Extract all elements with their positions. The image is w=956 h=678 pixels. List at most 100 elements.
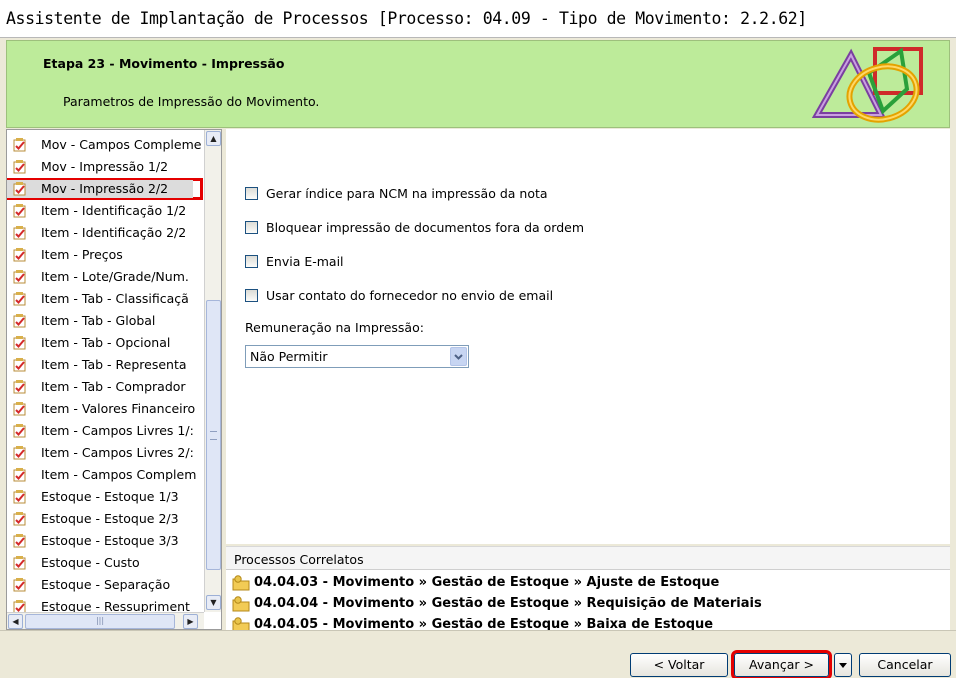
scroll-up-icon[interactable]: ▲ <box>206 131 221 146</box>
steps-list[interactable]: Mov - Campos Compleme Mov - Impressão 1/2… <box>6 129 222 630</box>
step-item-label: Estoque - Estoque 2/3 <box>41 511 179 526</box>
step-item[interactable]: Item - Identificação 2/2 <box>7 222 203 244</box>
step-item[interactable]: Estoque - Estoque 3/3 <box>7 530 203 552</box>
clipboard-check-icon <box>13 512 27 526</box>
step-item-label: Mov - Impressão 2/2 <box>41 181 169 196</box>
step-item-label: Estoque - Separação <box>41 577 171 592</box>
clipboard-check-icon <box>13 424 27 438</box>
ncm-index-label: Gerar índice para NCM na impressão da no… <box>266 186 548 201</box>
wizard-logo-icon <box>811 41 941 130</box>
step-item[interactable]: Item - Valores Financeiro <box>7 398 203 420</box>
step-item-label: Item - Campos Complem <box>41 467 197 482</box>
step-item-label: Item - Tab - Representa <box>41 357 187 372</box>
step-item[interactable]: Mov - Impressão 1/2 <box>7 156 203 178</box>
step-item[interactable]: Item - Identificação 1/2 <box>7 200 203 222</box>
scroll-down-icon[interactable]: ▼ <box>206 595 221 610</box>
clipboard-check-icon <box>13 358 27 372</box>
step-item-label: Estoque - Custo <box>41 555 140 570</box>
step-banner: Etapa 23 - Movimento - Impressão Paramet… <box>6 40 950 128</box>
related-process-label: 04.04.04 - Movimento » Gestão de Estoque… <box>254 596 762 611</box>
clipboard-check-icon <box>13 204 27 218</box>
clipboard-check-icon <box>13 160 27 174</box>
step-item[interactable]: Estoque - Custo <box>7 552 203 574</box>
step-item[interactable]: Mov - Campos Compleme <box>7 134 203 156</box>
vertical-scrollbar[interactable]: ▲ ▼ <box>204 130 221 612</box>
step-title: Etapa 23 - Movimento - Impressão <box>43 56 285 71</box>
next-button[interactable]: Avançar > <box>731 650 832 678</box>
checkbox-box[interactable] <box>245 289 258 302</box>
clipboard-check-icon <box>13 182 27 196</box>
clipboard-check-icon <box>13 534 27 548</box>
related-header: Processos Correlatos <box>226 547 950 570</box>
remuneration-select[interactable]: Não Permitir <box>245 345 469 368</box>
scroll-left-icon[interactable]: ◀ <box>8 614 23 629</box>
step-item[interactable]: Item - Lote/Grade/Num. <box>7 266 203 288</box>
step-item-label: Item - Tab - Global <box>41 313 156 328</box>
clipboard-check-icon <box>13 292 27 306</box>
horizontal-scrollbar[interactable]: ◀ ||| ▶ <box>7 612 204 629</box>
step-item-label: Item - Valores Financeiro <box>41 401 196 416</box>
clipboard-check-icon <box>13 446 27 460</box>
remuneration-label: Remuneração na Impressão: <box>245 320 424 335</box>
clipboard-check-icon <box>13 380 27 394</box>
chevron-down-icon[interactable] <box>450 347 467 366</box>
clipboard-check-icon <box>13 226 27 240</box>
clipboard-check-icon <box>13 578 27 592</box>
related-process-label: 04.04.05 - Movimento » Gestão de Estoque… <box>254 617 714 631</box>
step-item-label: Item - Campos Livres 1/: <box>41 423 194 438</box>
clipboard-check-icon <box>13 556 27 570</box>
process-folder-icon <box>232 617 250 631</box>
step-item[interactable]: Estoque - Estoque 2/3 <box>7 508 203 530</box>
send-email-label: Envia E-mail <box>266 254 344 269</box>
options-panel: Gerar índice para NCM na impressão da no… <box>226 129 950 544</box>
remuneration-value: Não Permitir <box>250 349 328 364</box>
window-titlebar: Assistente de Implantação de Processos [… <box>0 0 956 38</box>
window-title: Assistente de Implantação de Processos [… <box>6 9 807 28</box>
scroll-right-icon[interactable]: ▶ <box>183 614 198 629</box>
step-item-label: Item - Lote/Grade/Num. <box>41 269 189 284</box>
step-item-label: Estoque - Estoque 3/3 <box>41 533 179 548</box>
step-item-label: Item - Tab - Comprador <box>41 379 186 394</box>
step-item-label: Item - Tab - Opcional <box>41 335 171 350</box>
step-item[interactable]: Item - Campos Livres 2/: <box>7 442 203 464</box>
checkbox-box[interactable] <box>245 187 258 200</box>
step-item-label: Item - Identificação 2/2 <box>41 225 187 240</box>
clipboard-check-icon <box>13 336 27 350</box>
step-item[interactable]: Item - Tab - Opcional <box>7 332 203 354</box>
step-item[interactable]: Item - Tab - Classificaçã <box>7 288 203 310</box>
step-item-label: Item - Identificação 1/2 <box>41 203 187 218</box>
clipboard-check-icon <box>13 314 27 328</box>
button-bar: < Voltar Avançar > Cancelar <box>0 630 956 678</box>
step-item[interactable]: Estoque - Estoque 1/3 <box>7 486 203 508</box>
step-item[interactable]: Item - Campos Livres 1/: <box>7 420 203 442</box>
step-item[interactable]: Mov - Impressão 2/2 <box>7 178 203 200</box>
step-item[interactable]: Item - Tab - Comprador <box>7 376 203 398</box>
step-item-label: Item - Preços <box>41 247 123 262</box>
process-folder-icon <box>232 575 250 594</box>
step-item[interactable]: Item - Tab - Representa <box>7 354 203 376</box>
step-subtitle: Parametros de Impressão do Movimento. <box>63 94 320 109</box>
back-button[interactable]: < Voltar <box>630 653 728 677</box>
next-dropdown-icon[interactable] <box>834 653 852 677</box>
related-header-label: Processos Correlatos <box>234 552 364 567</box>
scroll-thumb[interactable] <box>206 300 221 570</box>
clipboard-check-icon <box>13 490 27 504</box>
step-item-label: Mov - Campos Compleme <box>41 137 202 152</box>
step-item[interactable]: Item - Preços <box>7 244 203 266</box>
step-item[interactable]: Item - Campos Complem <box>7 464 203 486</box>
step-item-label: Item - Campos Livres 2/: <box>41 445 194 460</box>
block-print-label: Bloquear impressão de documentos fora da… <box>266 220 585 235</box>
clipboard-check-icon <box>13 468 27 482</box>
related-processes: Processos Correlatos 04.04.03 - Moviment… <box>226 546 950 631</box>
clipboard-check-icon <box>13 248 27 262</box>
checkbox-box[interactable] <box>245 255 258 268</box>
cancel-button[interactable]: Cancelar <box>859 653 951 677</box>
hscroll-thumb[interactable]: ||| <box>25 614 175 629</box>
step-item[interactable]: Estoque - Separação <box>7 574 203 596</box>
related-process-label: 04.04.03 - Movimento » Gestão de Estoque… <box>254 575 720 590</box>
checkbox-box[interactable] <box>245 221 258 234</box>
supplier-contact-label: Usar contato do fornecedor no envio de e… <box>266 288 554 303</box>
step-item-label: Estoque - Estoque 1/3 <box>41 489 179 504</box>
clipboard-check-icon <box>13 270 27 284</box>
step-item[interactable]: Item - Tab - Global <box>7 310 203 332</box>
